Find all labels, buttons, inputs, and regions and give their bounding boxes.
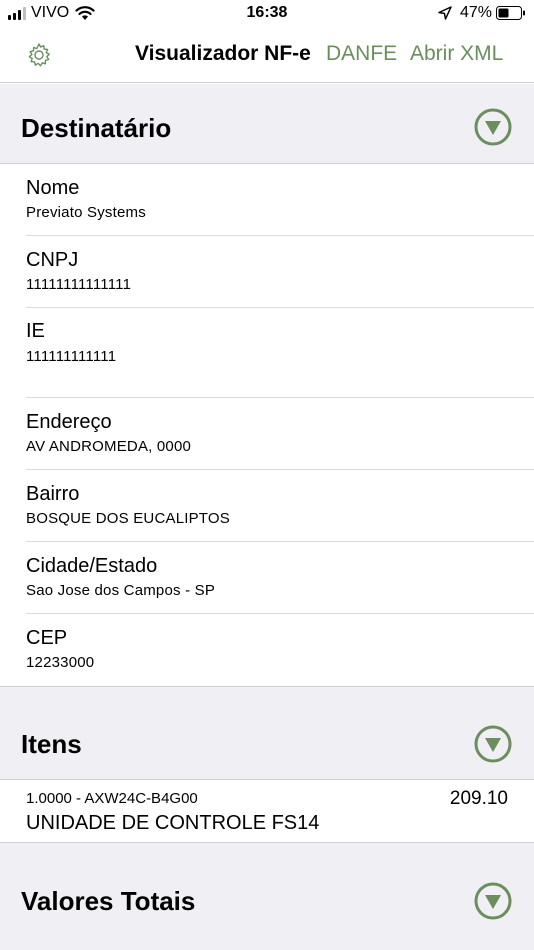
field-value: 12233000	[26, 654, 95, 671]
location-arrow-icon	[438, 6, 452, 20]
section-title: Valores Totais	[21, 886, 196, 916]
status-bar: VIVO 16:38 47%	[0, 0, 534, 28]
page-title: Visualizador NF-e	[135, 42, 311, 65]
field-cidade-estado: Cidade/Estado Sao Jose dos Campos - SP	[0, 542, 534, 613]
field-value: 111111111111	[26, 348, 117, 365]
collapse-chevron-icon[interactable]	[474, 108, 512, 146]
field-ie: IE 111111111111	[0, 308, 534, 397]
section-header-valores-totais[interactable]: Valores Totais	[0, 843, 534, 950]
field-label: Cidade/Estado	[26, 555, 158, 577]
field-value: Sao Jose dos Campos - SP	[26, 582, 216, 599]
field-cnpj: CNPJ 11111111111111	[0, 236, 534, 307]
danfe-button[interactable]: DANFE	[326, 42, 397, 66]
field-label: CNPJ	[26, 249, 79, 271]
item-price: 209.10	[449, 788, 508, 809]
field-label: Nome	[26, 177, 80, 199]
collapse-chevron-icon[interactable]	[474, 882, 512, 920]
item-code: 1.0000 - AXW24C-B4G00	[26, 790, 198, 807]
destinatario-list: Nome Previato Systems CNPJ 1111111111111…	[0, 164, 534, 686]
settings-gear-icon[interactable]	[26, 42, 52, 68]
list-item[interactable]: 1.0000 - AXW24C-B4G00 209.10 UNIDADE DE …	[0, 780, 534, 842]
field-endereco: Endereço AV ANDROMEDA, 0000	[0, 398, 534, 469]
field-label: IE	[26, 320, 45, 342]
field-bairro: Bairro BOSQUE DOS EUCALIPTOS	[0, 470, 534, 541]
field-label: CEP	[26, 627, 68, 649]
section-header-destinatario[interactable]: Destinatário	[0, 84, 534, 163]
section-title: Itens	[21, 729, 82, 759]
collapse-chevron-icon[interactable]	[474, 725, 512, 763]
section-header-itens[interactable]: Itens	[0, 687, 534, 779]
field-nome: Nome Previato Systems	[0, 164, 534, 235]
field-value: AV ANDROMEDA, 0000	[26, 438, 192, 455]
field-cep: CEP 12233000	[0, 614, 534, 686]
field-value: 11111111111111	[26, 276, 132, 293]
item-name: UNIDADE DE CONTROLE FS14	[26, 812, 320, 834]
battery-percentage: 47%	[459, 4, 492, 21]
field-label: Endereço	[26, 411, 112, 433]
field-value: BOSQUE DOS EUCALIPTOS	[26, 510, 230, 527]
section-title: Destinatário	[21, 113, 172, 143]
navigation-bar: Visualizador NF-e DANFE Abrir XML	[0, 28, 534, 83]
battery-icon	[496, 6, 525, 20]
itens-list: 1.0000 - AXW24C-B4G00 209.10 UNIDADE DE …	[0, 780, 534, 842]
open-xml-button[interactable]: Abrir XML	[410, 42, 503, 66]
field-label: Bairro	[26, 483, 80, 505]
field-value: Previato Systems	[26, 204, 146, 221]
